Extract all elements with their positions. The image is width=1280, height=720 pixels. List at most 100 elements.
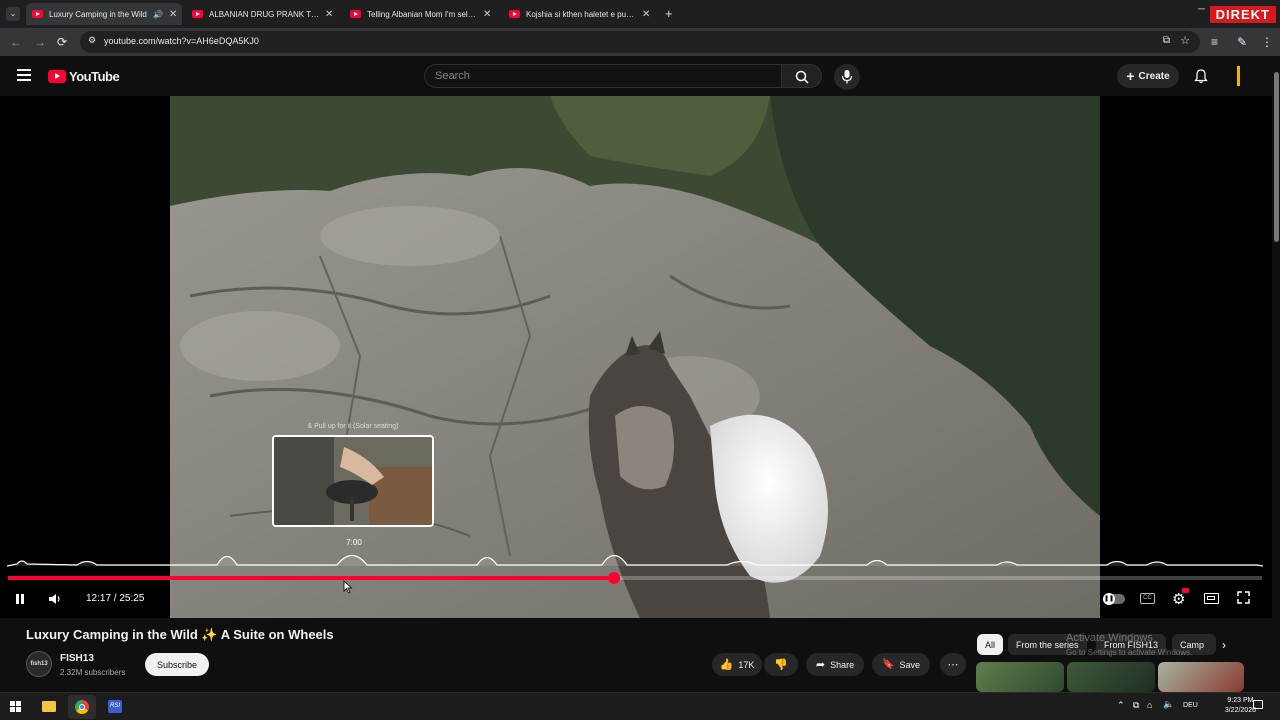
- progress-scrubber-handle[interactable]: [608, 572, 620, 584]
- install-app-icon[interactable]: ⧉: [1163, 35, 1170, 46]
- subscribe-button[interactable]: Subscribe: [145, 653, 209, 676]
- chip-all[interactable]: All: [977, 634, 1004, 655]
- save-button[interactable]: 🔖 Save: [872, 653, 930, 676]
- extension-icon[interactable]: ✎: [1237, 35, 1247, 49]
- mouse-cursor-icon: [343, 580, 353, 594]
- microphone-icon: [841, 70, 853, 84]
- scrollbar-thumb[interactable]: [1274, 72, 1279, 242]
- forward-icon[interactable]: →: [34, 35, 46, 49]
- tray-app-icon[interactable]: ⧉: [1133, 700, 1139, 711]
- url-text: youtube.com/watch?v=AH6eDQA5KJ0: [104, 36, 259, 46]
- more-actions-button[interactable]: ⋯: [940, 653, 966, 676]
- tab-telling-albanian-mom[interactable]: Telling Albanian Mom I'm selling ✕: [344, 3, 500, 25]
- youtube-favicon-icon: [192, 10, 203, 18]
- like-button[interactable]: 👍 17K: [712, 653, 762, 676]
- youtube-favicon-icon: [350, 10, 361, 18]
- reload-icon[interactable]: ⟳: [57, 35, 67, 49]
- browser-menu-icon[interactable]: ⋮: [1261, 35, 1273, 49]
- speaker-icon[interactable]: 🔊: [153, 10, 163, 19]
- tab-albanian-drug-prank[interactable]: ALBANIAN DRUG PRANK TO FAMILY ✕: [186, 3, 342, 25]
- windows-start-icon[interactable]: [10, 701, 21, 712]
- tab-kojshia[interactable]: Kojshia si kthen haletet e punes ✕: [503, 3, 659, 25]
- create-label: Create: [1138, 70, 1170, 82]
- bookmark-star-icon[interactable]: ☆: [1180, 34, 1190, 47]
- youtube-play-logo-icon: [48, 70, 66, 83]
- volume-icon: [49, 594, 60, 604]
- like-count: 17K: [738, 659, 755, 670]
- chevron-right-icon[interactable]: ›: [1222, 638, 1226, 652]
- file-explorer-icon[interactable]: [42, 701, 56, 712]
- close-tab-icon[interactable]: ✕: [483, 9, 491, 20]
- cc-icon: CC: [1143, 595, 1152, 601]
- thumbs-up-icon: 👍: [719, 659, 734, 671]
- close-tab-icon[interactable]: ✕: [325, 9, 333, 20]
- minimize-window-icon[interactable]: ─: [1198, 4, 1205, 15]
- subtitles-button[interactable]: CC: [1140, 593, 1155, 604]
- channel-name[interactable]: FISH13: [60, 653, 94, 664]
- site-info-icon[interactable]: ⚙: [88, 35, 96, 46]
- dislike-button[interactable]: 👎: [764, 653, 798, 676]
- activate-windows-watermark: Activate Windows: [1066, 632, 1153, 644]
- most-replayed-graph: [7, 554, 1263, 567]
- fullscreen-button[interactable]: [1237, 591, 1250, 607]
- notifications-icon[interactable]: [1253, 700, 1263, 709]
- search-input[interactable]: Search: [424, 64, 782, 88]
- tab-search-button[interactable]: ⌄: [6, 7, 20, 21]
- youtube-logo[interactable]: YouTube: [48, 69, 120, 84]
- related-video-thumbnail[interactable]: [976, 662, 1064, 692]
- new-tab-icon[interactable]: +: [665, 6, 673, 21]
- back-icon[interactable]: ←: [10, 35, 22, 49]
- subscriber-count: 2.32M subscribers: [60, 668, 126, 677]
- chrome-taskbar-icon[interactable]: [68, 695, 96, 719]
- youtube-header: YouTube Search + Create: [0, 56, 1280, 96]
- pause-icon: [16, 594, 24, 604]
- related-video-thumbnail[interactable]: [1067, 662, 1155, 692]
- channel-avatar[interactable]: fish13: [26, 651, 52, 677]
- network-icon[interactable]: ⌂: [1147, 700, 1152, 710]
- page-scrollbar[interactable]: [1272, 60, 1280, 692]
- clock-date: 3/22/2026: [1224, 707, 1256, 714]
- youtube-favicon-icon: [509, 10, 520, 18]
- hamburger-menu-icon[interactable]: [17, 69, 31, 81]
- fullscreen-icon: [1237, 591, 1250, 604]
- account-avatar[interactable]: [1237, 66, 1240, 86]
- volume-button[interactable]: [48, 593, 62, 608]
- activate-windows-subtext: Go to Settings to activate Windows.: [1066, 648, 1193, 657]
- gear-icon: ⚙: [1172, 591, 1186, 608]
- browser-toolbar: ← → ⟳ ⚙ youtube.com/watch?v=AH6eDQA5KJ0 …: [0, 28, 1280, 56]
- search-button[interactable]: [782, 64, 822, 88]
- create-button[interactable]: + Create: [1117, 64, 1179, 88]
- theater-icon: [1207, 596, 1215, 600]
- autoplay-pause-icon: ❚❚: [1103, 593, 1115, 605]
- theater-mode-button[interactable]: [1204, 593, 1219, 604]
- tab-luxury-camping[interactable]: Luxury Camping in the Wild 🔊 ✕: [26, 3, 182, 25]
- close-tab-icon[interactable]: ✕: [169, 9, 177, 20]
- autoplay-toggle[interactable]: ❚❚: [1103, 593, 1125, 605]
- tray-overflow-icon[interactable]: ⌃: [1117, 700, 1125, 711]
- settings-button[interactable]: ⚙: [1172, 588, 1189, 608]
- progress-played: [8, 576, 614, 580]
- speaker-tray-icon[interactable]: 🔈: [1163, 699, 1174, 710]
- related-video-thumbnail[interactable]: [1158, 662, 1244, 692]
- notifications-bell-icon[interactable]: [1194, 69, 1208, 84]
- voice-search-button[interactable]: [834, 64, 860, 90]
- youtube-favicon-icon: [32, 10, 43, 18]
- share-button[interactable]: ➦ Share: [806, 653, 864, 676]
- pause-button[interactable]: [14, 593, 26, 608]
- clock-time: 9:23 PM: [1227, 697, 1254, 704]
- app-taskbar-icon[interactable]: RSI: [108, 700, 122, 713]
- close-tab-icon[interactable]: ✕: [642, 9, 650, 20]
- input-language[interactable]: DEU: [1183, 702, 1198, 709]
- youtube-logo-text: YouTube: [69, 69, 120, 84]
- seek-preview-thumbnail: [272, 435, 434, 527]
- avatar-text: fish13: [30, 661, 48, 667]
- more-horizontal-icon: ⋯: [947, 659, 959, 671]
- search-icon: [795, 70, 809, 84]
- search-placeholder: Search: [435, 70, 470, 82]
- system-clock[interactable]: 9:23 PM 3/22/2026: [1225, 696, 1256, 716]
- media-controls-icon[interactable]: ≡: [1211, 35, 1218, 49]
- video-player[interactable]: & Pull up for it (Solar seating) 7:00 12…: [0, 96, 1272, 618]
- address-bar[interactable]: ⚙ youtube.com/watch?v=AH6eDQA5KJ0 ⧉ ☆: [80, 31, 1200, 53]
- bookmark-icon: 🔖: [882, 659, 895, 670]
- video-title: Luxury Camping in the Wild ✨ A Suite on …: [26, 627, 334, 642]
